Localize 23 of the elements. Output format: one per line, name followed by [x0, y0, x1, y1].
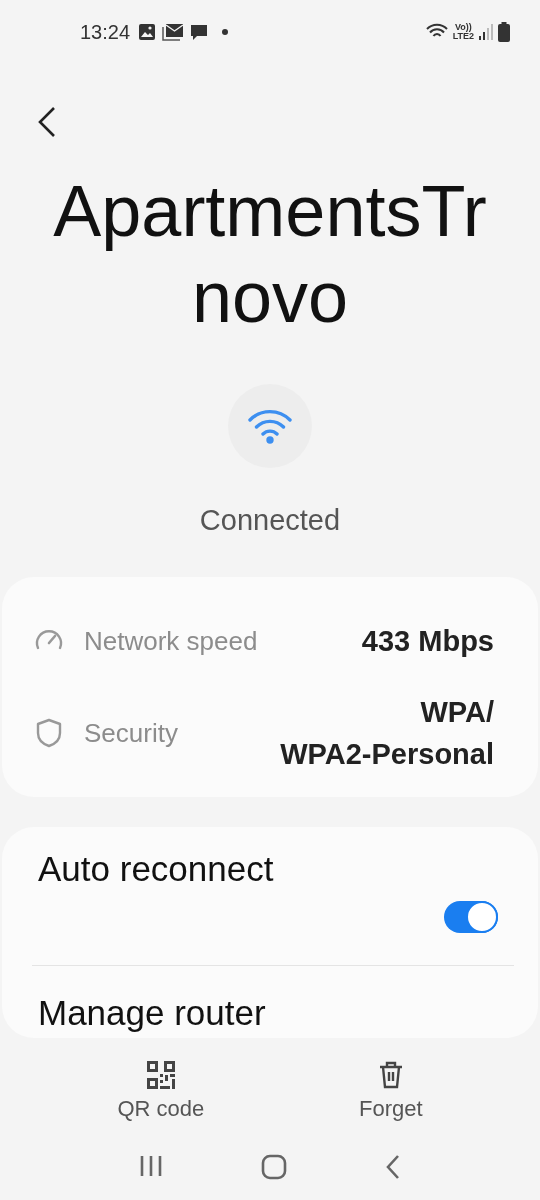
- settings-link[interactable]: Manage router: [38, 966, 508, 1038]
- setting-label: Auto reconnect: [38, 849, 275, 889]
- signal-icon: [478, 23, 494, 41]
- network-name: ApartmentsTrnovo: [52, 170, 488, 339]
- detail-value: WPA/ WPA2-Personal: [280, 695, 494, 772]
- connection-status: Connected: [198, 504, 342, 537]
- qr-code-icon: [145, 1060, 176, 1090]
- recent-apps-icon[interactable]: [139, 1154, 163, 1178]
- toggle-switch[interactable]: [444, 901, 498, 933]
- gallery-icon: [138, 23, 157, 41]
- home-icon[interactable]: [261, 1154, 287, 1180]
- mail-icon: [162, 23, 185, 41]
- detail-label: Network speed: [84, 625, 259, 657]
- detail-value: 433 Mbps: [361, 624, 494, 659]
- detail-label: Security: [84, 717, 179, 749]
- battery-icon: [498, 22, 510, 42]
- message-icon: [190, 23, 209, 41]
- dot-icon: [222, 29, 229, 35]
- action-button[interactable]: Forget: [359, 1060, 423, 1122]
- clock: 13:24: [80, 20, 131, 44]
- network-type: Vo)) LTE2: [452, 23, 474, 41]
- action-button[interactable]: QR code: [117, 1060, 205, 1122]
- back-icon[interactable]: [385, 1154, 401, 1180]
